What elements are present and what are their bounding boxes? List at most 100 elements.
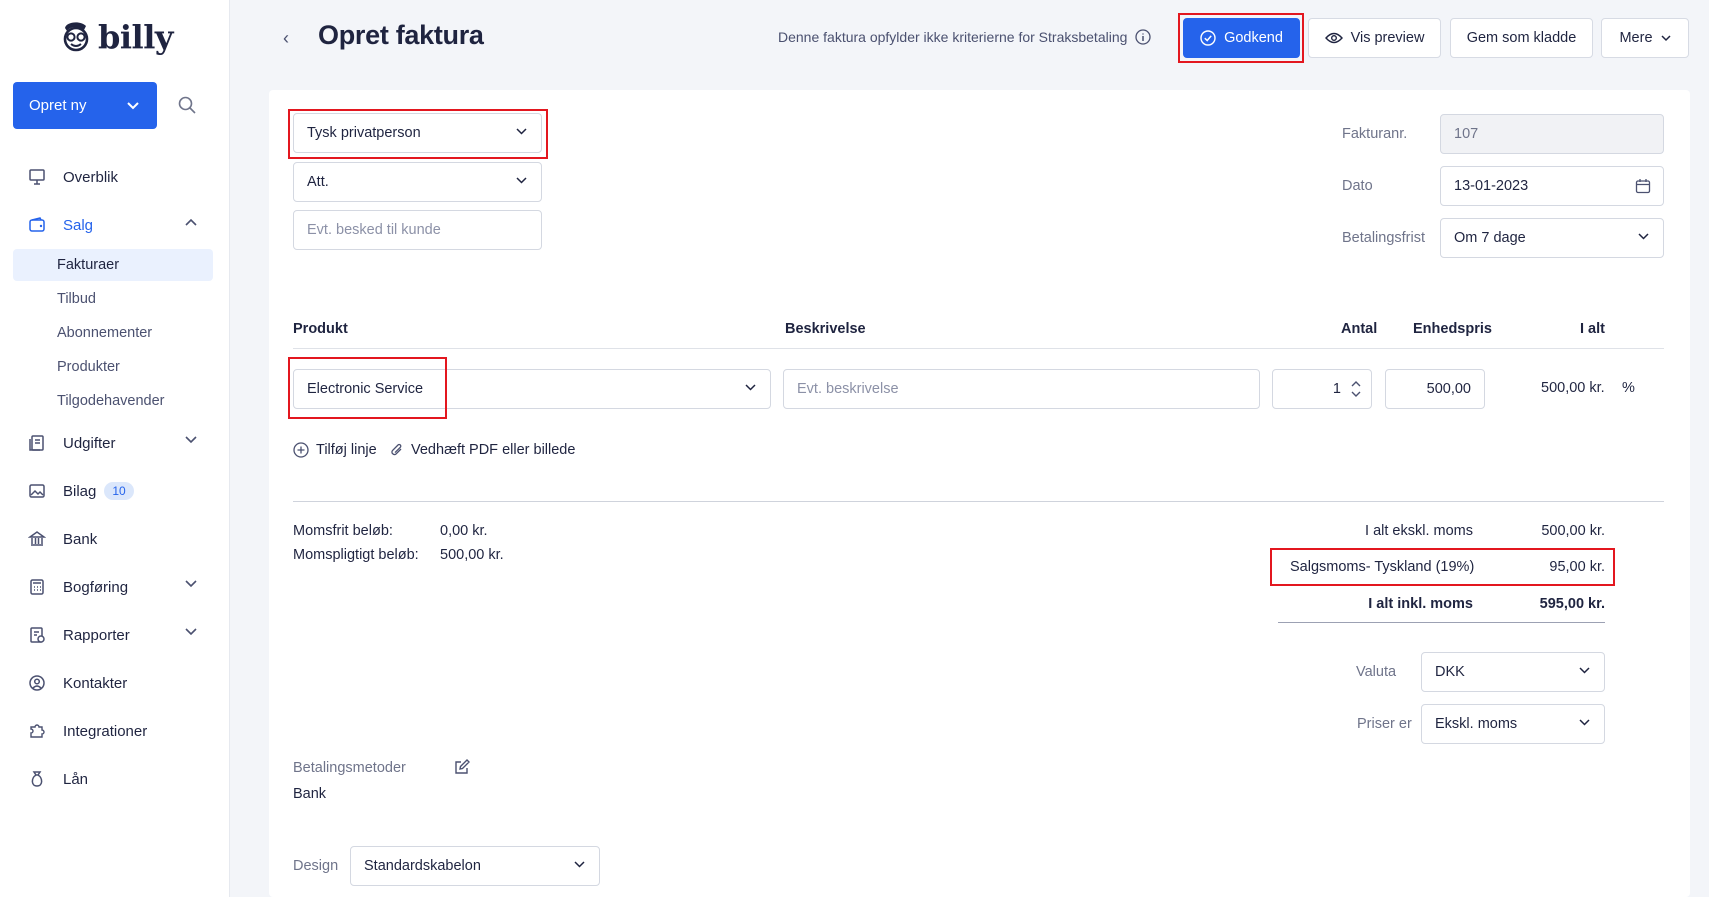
prices-value: Ekskl. moms <box>1435 716 1518 732</box>
create-new-button[interactable]: Opret ny <box>13 82 157 129</box>
sidebar-item-label: Lån <box>63 770 89 788</box>
add-line-button[interactable]: Tilføj linje <box>293 442 377 458</box>
sidebar-item-kontakter[interactable]: Kontakter <box>13 659 213 707</box>
invoice-number-label: Fakturanr. <box>1342 126 1408 142</box>
total-incl-label: I alt inkl. moms <box>1368 596 1473 612</box>
report-icon <box>27 625 47 645</box>
sidebar-subitem-tilbud[interactable]: Tilbud <box>13 283 213 315</box>
edit-icon[interactable] <box>453 759 470 776</box>
unit-price-input[interactable]: 500,00 <box>1385 369 1485 409</box>
product-select[interactable]: Electronic Service <box>293 369 771 409</box>
product-value: Electronic Service <box>307 381 424 397</box>
approve-button[interactable]: Godkend <box>1183 18 1300 58</box>
vat-label: Salgsmoms- Tyskland (19%) <box>1290 559 1475 575</box>
save-draft-button[interactable]: Gem som kladde <box>1450 18 1593 58</box>
payment-method-value: Bank <box>293 786 327 802</box>
attach-file-button[interactable]: Vedhæft PDF eller billede <box>390 442 575 458</box>
sidebar-nav: Overblik Salg Fakturaer Tilbud Abonnemen… <box>13 153 213 803</box>
more-button[interactable]: Mere <box>1601 18 1689 58</box>
preview-button[interactable]: Vis preview <box>1308 18 1441 58</box>
sidebar-subitem-fakturaer[interactable]: Fakturaer <box>13 249 213 281</box>
chevron-down-icon <box>127 101 139 109</box>
chevron-down-icon <box>1638 233 1649 240</box>
payment-methods-label: Betalingsmetoder <box>293 760 406 776</box>
check-circle-icon <box>1200 30 1216 46</box>
sidebar-item-label: Bilag <box>63 482 97 500</box>
col-header-description: Beskrivelse <box>785 321 866 337</box>
sidebar-item-salg[interactable]: Salg <box>13 201 213 249</box>
due-value: Om 7 dage <box>1454 230 1526 246</box>
chevron-down-icon <box>1660 34 1671 41</box>
sidebar-item-lan[interactable]: Lån <box>13 755 213 803</box>
chevron-down-icon[interactable] <box>185 580 197 588</box>
logo-text: billy <box>98 18 173 56</box>
line-total: 500,00 kr. <box>1541 380 1605 396</box>
chevron-down-icon[interactable] <box>185 436 197 444</box>
contact-select[interactable]: Tysk privatperson <box>293 113 542 153</box>
instant-payment-note: Denne faktura opfylder ikke kriterierne … <box>778 29 1152 45</box>
design-select[interactable]: Standardskabelon <box>350 846 600 886</box>
prices-label: Priser er <box>1357 716 1412 732</box>
total-incl-value: 595,00 kr. <box>1539 596 1605 612</box>
currency-select[interactable]: DKK <box>1421 652 1605 692</box>
info-icon[interactable] <box>1135 29 1152 45</box>
search-icon[interactable] <box>178 96 196 114</box>
back-button[interactable]: ‹ <box>283 28 289 49</box>
sidebar-item-rapporter[interactable]: Rapporter <box>13 611 213 659</box>
invoice-number-field: 107 <box>1440 114 1664 154</box>
chevron-down-icon <box>516 177 527 184</box>
chevron-down-icon[interactable] <box>185 628 197 636</box>
due-select[interactable]: Om 7 dage <box>1440 218 1664 258</box>
total-excl-label: I alt ekskl. moms <box>1365 523 1473 539</box>
paperclip-icon <box>391 443 402 456</box>
chevron-up-icon[interactable] <box>185 218 197 226</box>
billy-mascot-icon <box>63 22 89 52</box>
attention-select[interactable]: Att. <box>293 162 542 202</box>
sidebar-item-bank[interactable]: Bank <box>13 515 213 563</box>
puzzle-icon <box>27 721 47 741</box>
wallet-icon <box>27 215 47 235</box>
sidebar-item-bogforing[interactable]: Bogføring <box>13 563 213 611</box>
col-header-product: Produkt <box>293 321 348 337</box>
vat-value: 95,00 kr. <box>1549 559 1605 575</box>
prices-select[interactable]: Ekskl. moms <box>1421 704 1605 744</box>
sidebar-subitem-tilgodehavender[interactable]: Tilgodehavender <box>13 385 213 417</box>
sidebar-item-integrationer[interactable]: Integrationer <box>13 707 213 755</box>
sidebar-item-label: Salg <box>63 216 94 234</box>
discount-percent-button[interactable]: % <box>1622 380 1635 396</box>
col-header-total: I alt <box>1580 321 1605 337</box>
sidebar-subitem-abonnementer[interactable]: Abonnementer <box>13 317 213 349</box>
date-field[interactable]: 13-01-2023 <box>1440 166 1664 206</box>
image-icon <box>27 481 47 501</box>
vat-liable-value: 500,00 kr. <box>440 547 504 563</box>
totals-divider <box>1278 622 1605 623</box>
sidebar-item-label: Bogføring <box>63 578 129 596</box>
create-new-label: Opret ny <box>29 97 87 114</box>
currency-value: DKK <box>1435 664 1465 680</box>
sidebar-item-udgifter[interactable]: Udgifter <box>13 419 213 467</box>
logo[interactable]: billy <box>60 18 173 56</box>
customer-message-input[interactable]: Evt. besked til kunde <box>293 210 542 250</box>
table-divider <box>293 348 1664 349</box>
calendar-icon[interactable] <box>1635 178 1651 194</box>
sidebar-item-label: Integrationer <box>63 722 148 740</box>
chevron-down-icon <box>574 861 585 868</box>
sidebar-item-bilag[interactable]: Bilag 10 <box>13 467 213 515</box>
date-value: 13-01-2023 <box>1454 178 1529 194</box>
receipt-icon <box>27 433 47 453</box>
sidebar-item-label: Kontakter <box>63 674 128 692</box>
line-description-input[interactable]: Evt. beskrivelse <box>783 369 1260 409</box>
chevron-down-icon <box>1579 667 1590 674</box>
page-title: Opret faktura <box>318 20 484 50</box>
quantity-stepper[interactable]: 1 <box>1272 369 1372 409</box>
stepper-arrows-icon[interactable] <box>1351 380 1361 398</box>
sidebar-item-overblik[interactable]: Overblik <box>13 153 213 201</box>
attention-value: Att. <box>307 174 329 190</box>
chevron-down-icon <box>745 384 756 391</box>
contact-value: Tysk privatperson <box>307 125 421 141</box>
add-line-label: Tilføj linje <box>316 442 377 458</box>
unit-price-value: 500,00 <box>1426 381 1471 397</box>
vat-free-value: 0,00 kr. <box>440 523 488 539</box>
more-label: Mere <box>1619 30 1653 46</box>
sidebar-subitem-produkter[interactable]: Produkter <box>13 351 213 383</box>
